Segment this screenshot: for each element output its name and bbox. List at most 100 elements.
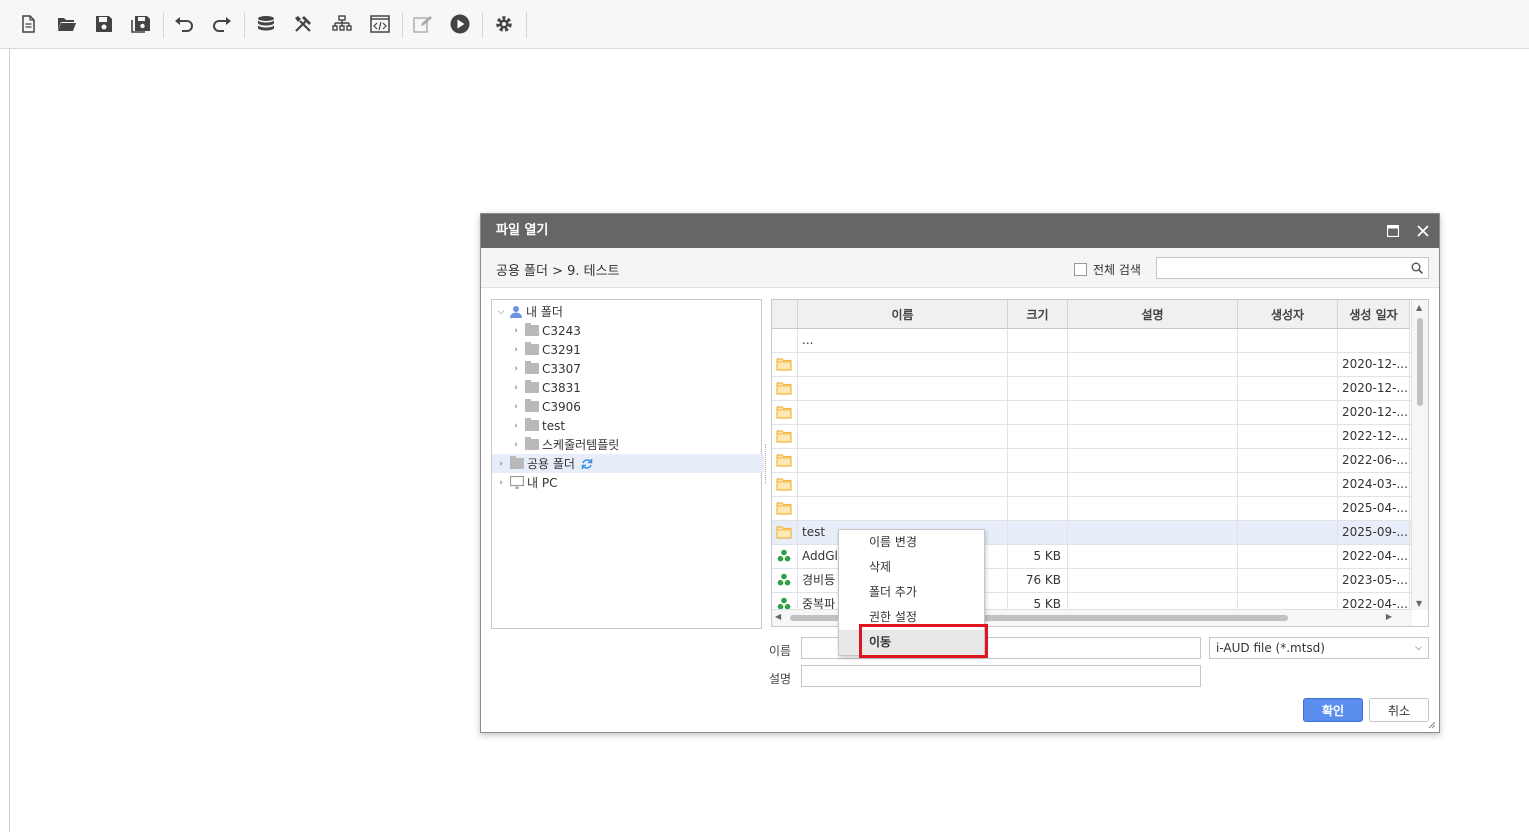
table-row[interactable]: 2022-12-... (772, 425, 1412, 449)
resize-grip-icon[interactable] (1428, 721, 1436, 729)
cell-creator (1238, 425, 1338, 448)
chevron-down-icon[interactable]: ⌵ (1415, 638, 1422, 658)
cell-desc (1068, 425, 1238, 448)
chevron-right-icon[interactable]: › (510, 402, 522, 412)
description-input[interactable] (801, 665, 1201, 687)
tree-label: 내 폴더 (526, 305, 563, 319)
table-row[interactable]: 2022-06-... (772, 449, 1412, 473)
scroll-left-icon[interactable]: ◀ (775, 612, 781, 621)
chevron-right-icon[interactable]: › (510, 421, 522, 431)
save-as-icon[interactable] (127, 10, 155, 38)
menu-item-delete[interactable]: 삭제 (839, 555, 984, 580)
menu-item-add-folder[interactable]: 폴더 추가 (839, 580, 984, 605)
user-icon (510, 306, 522, 318)
grid-header-name[interactable]: 이름 (798, 300, 1008, 329)
dialog-title-bar[interactable]: 파일 열기 (481, 214, 1439, 248)
cell-date: 2025-04-... (1338, 497, 1410, 520)
splitter-handle[interactable] (765, 444, 768, 484)
cell-name (798, 401, 1008, 424)
table-row[interactable]: 2020-12-... (772, 353, 1412, 377)
menu-item-permissions[interactable]: 권한 설정 (839, 605, 984, 630)
cell-creator (1238, 329, 1338, 352)
cell-date: 2023-05-... (1338, 569, 1410, 592)
close-icon[interactable] (1412, 214, 1434, 248)
table-row[interactable]: 2020-12-... (772, 401, 1412, 425)
refresh-icon[interactable] (581, 458, 593, 470)
new-document-icon[interactable] (14, 10, 42, 38)
scroll-right-icon[interactable]: ▶ (1386, 612, 1392, 621)
table-row[interactable]: 2020-12-... (772, 377, 1412, 401)
table-row[interactable]: 2024-03-... (772, 473, 1412, 497)
cell-size: 76 KB (1008, 569, 1068, 592)
chevron-right-icon[interactable]: › (510, 345, 522, 355)
database-icon[interactable] (252, 10, 280, 38)
tree-node-shared-folder[interactable]: › 공용 폴더 (492, 454, 764, 473)
ok-button[interactable]: 확인 (1303, 698, 1363, 722)
folder-icon (772, 425, 798, 448)
cell-icon (772, 329, 798, 352)
grid-header-size[interactable]: 크기 (1008, 300, 1068, 329)
grid-header-date[interactable]: 생성 일자 (1338, 300, 1410, 329)
maximize-icon[interactable] (1382, 214, 1404, 248)
checkbox-box[interactable] (1074, 263, 1087, 276)
folder-icon (525, 399, 539, 412)
tree-node[interactable]: › C3291 (492, 340, 779, 359)
cell-creator (1238, 473, 1338, 496)
cell-desc (1068, 353, 1238, 376)
scroll-thumb[interactable] (1417, 318, 1423, 406)
menu-item-rename[interactable]: 이름 변경 (839, 530, 984, 555)
chevron-right-icon[interactable]: › (495, 478, 507, 488)
all-search-checkbox[interactable]: 전체 검색 (1074, 261, 1141, 278)
folder-icon (525, 361, 539, 374)
scroll-up-icon[interactable]: ▲ (1416, 303, 1422, 312)
chevron-right-icon[interactable]: › (495, 459, 507, 469)
vertical-scrollbar[interactable]: ▲ ▼ (1411, 300, 1428, 610)
folder-icon (772, 497, 798, 520)
cell-creator (1238, 401, 1338, 424)
grid-header-desc[interactable]: 설명 (1068, 300, 1238, 329)
chevron-right-icon[interactable]: › (510, 440, 522, 450)
chevron-right-icon[interactable]: › (510, 326, 522, 336)
folder-icon (772, 377, 798, 400)
menu-item-move[interactable]: 이동 (839, 630, 984, 655)
redo-icon[interactable] (208, 10, 236, 38)
tree-node-my-folder[interactable]: ⌵ 내 폴더 (492, 302, 761, 321)
tree-node[interactable]: › C3307 (492, 359, 779, 378)
file-type-select[interactable]: i-AUD file (*.mtsd) ⌵ (1209, 637, 1429, 659)
search-icon[interactable] (1411, 262, 1423, 274)
save-icon[interactable] (90, 10, 118, 38)
chevron-right-icon[interactable]: › (510, 383, 522, 393)
tree-node-my-pc[interactable]: › 내 PC (492, 473, 764, 492)
tools-icon[interactable] (289, 10, 317, 38)
tree-node[interactable]: › test (492, 416, 779, 435)
breadcrumb: 공용 폴더 > 9. 테스트 (496, 264, 620, 279)
folder-icon (772, 473, 798, 496)
cell-date: 2020-12-... (1338, 401, 1410, 424)
cell-desc (1068, 329, 1238, 352)
cell-name (798, 473, 1008, 496)
tree-node[interactable]: › C3831 (492, 378, 779, 397)
scroll-down-icon[interactable]: ▼ (1416, 599, 1422, 608)
run-icon[interactable] (446, 10, 474, 38)
chevron-right-icon[interactable]: › (510, 364, 522, 374)
grid-header-creator[interactable]: 생성자 (1238, 300, 1338, 329)
hierarchy-icon[interactable] (328, 10, 356, 38)
chevron-down-icon[interactable]: ⌵ (495, 307, 507, 317)
open-folder-icon[interactable] (53, 10, 81, 38)
cell-date: 2020-12-... (1338, 353, 1410, 376)
tree-label: 스케줄러템플릿 (542, 438, 620, 452)
settings-icon[interactable] (490, 10, 518, 38)
undo-icon[interactable] (170, 10, 198, 38)
tree-node[interactable]: › 스케줄러템플릿 (492, 435, 779, 454)
table-row-parent[interactable]: ... (772, 329, 1412, 353)
cancel-button[interactable]: 취소 (1369, 698, 1429, 722)
edit-icon[interactable] (409, 10, 437, 38)
dialog-title: 파일 열기 (496, 223, 549, 238)
cell-date: 2020-12-... (1338, 377, 1410, 400)
cell-desc (1068, 521, 1238, 544)
tree-node[interactable]: › C3906 (492, 397, 779, 416)
tree-node[interactable]: › C3243 (492, 321, 779, 340)
table-row[interactable]: 2025-04-... (772, 497, 1412, 521)
code-icon[interactable] (366, 10, 394, 38)
search-input[interactable] (1156, 257, 1429, 279)
